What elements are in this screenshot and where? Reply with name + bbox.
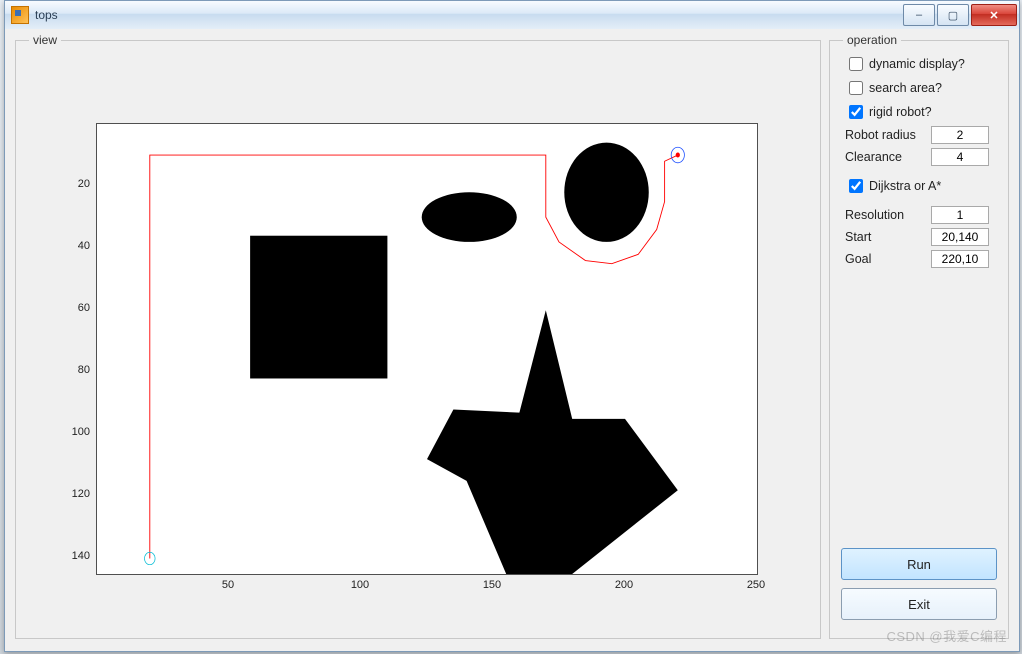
start-row: Start [845,228,999,246]
rigid-robot-label: rigid robot? [869,105,932,119]
clearance-row: Clearance [845,148,999,166]
view-legend: view [29,33,61,47]
search-area-checkbox[interactable] [849,81,863,95]
ytick: 20 [50,178,90,190]
plot-area: 20 40 60 80 100 120 140 50 100 150 200 2… [44,123,784,633]
view-panel: view 20 40 60 80 100 120 140 50 100 150 … [15,33,821,639]
titlebar[interactable]: tops – ▢ ✕ [5,1,1019,30]
close-button[interactable]: ✕ [971,4,1017,26]
axes[interactable] [96,123,758,575]
dynamic-display-checkbox[interactable] [849,57,863,71]
goal-input[interactable] [931,250,989,268]
resolution-row: Resolution [845,206,999,224]
exit-button[interactable]: Exit [841,588,997,620]
ytick: 100 [50,426,90,438]
ytick: 80 [50,364,90,376]
operation-panel: operation dynamic display? search area? … [829,33,1009,639]
client-area: view 20 40 60 80 100 120 140 50 100 150 … [5,29,1019,651]
window-title: tops [35,8,58,22]
checkbox-dijkstra[interactable]: Dijkstra or A* [845,176,999,196]
xtick: 200 [604,579,644,591]
run-button[interactable]: Run [841,548,997,580]
robot-radius-input[interactable] [931,126,989,144]
ytick: 60 [50,302,90,314]
dijkstra-label: Dijkstra or A* [869,179,941,193]
robot-radius-row: Robot radius [845,126,999,144]
clearance-input[interactable] [931,148,989,166]
matlab-icon [11,6,29,24]
dijkstra-checkbox[interactable] [849,179,863,193]
map-canvas [97,124,757,574]
rigid-robot-checkbox[interactable] [849,105,863,119]
start-input[interactable] [931,228,989,246]
maximize-button[interactable]: ▢ [937,4,969,26]
app-window: tops – ▢ ✕ view 20 40 60 80 100 120 140 [4,0,1020,652]
start-label: Start [845,230,931,244]
ytick: 120 [50,488,90,500]
checkbox-dynamic-display[interactable]: dynamic display? [845,54,999,74]
goal-row: Goal [845,250,999,268]
window-controls: – ▢ ✕ [903,4,1019,26]
minimize-button[interactable]: – [903,4,935,26]
goal-label: Goal [845,252,931,266]
ytick: 140 [50,550,90,562]
xtick: 100 [340,579,380,591]
dynamic-display-label: dynamic display? [869,57,965,71]
xtick: 150 [472,579,512,591]
resolution-label: Resolution [845,208,931,222]
checkbox-search-area[interactable]: search area? [845,78,999,98]
clearance-label: Clearance [845,150,931,164]
operation-legend: operation [843,33,901,47]
checkbox-rigid-robot[interactable]: rigid robot? [845,102,999,122]
ytick: 40 [50,240,90,252]
resolution-input[interactable] [931,206,989,224]
xtick: 50 [208,579,248,591]
xtick: 250 [736,579,776,591]
search-area-label: search area? [869,81,942,95]
robot-radius-label: Robot radius [845,128,931,142]
